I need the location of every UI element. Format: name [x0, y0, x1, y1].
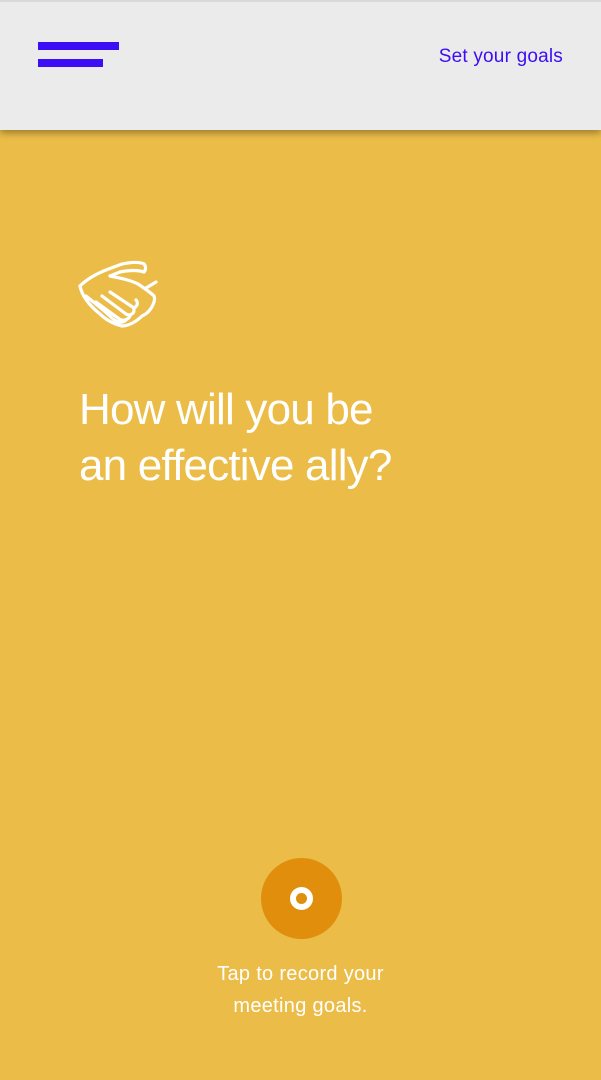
record-hint-line-1: Tap to record your [217, 963, 384, 985]
handshake-icon [78, 260, 158, 328]
menu-bar-bottom [38, 59, 103, 67]
question-line-1: How will you be [79, 385, 373, 434]
record-hint: Tap to record your meeting goals. [150, 958, 451, 1022]
record-button[interactable] [261, 858, 342, 939]
goals-screen: Set your goals How will you be an effect… [0, 0, 601, 1080]
question-heading: How will you be an effective ally? [79, 382, 499, 494]
main-content: How will you be an effective ally? Tap t… [0, 130, 601, 1080]
hamburger-menu-icon[interactable] [38, 42, 120, 70]
menu-bar-top [38, 42, 119, 50]
record-hint-line-2: meeting goals. [233, 995, 368, 1017]
app-header: Set your goals [0, 0, 601, 130]
record-icon [290, 887, 313, 910]
header-title: Set your goals [438, 46, 563, 67]
question-line-2: an effective ally? [79, 441, 392, 490]
